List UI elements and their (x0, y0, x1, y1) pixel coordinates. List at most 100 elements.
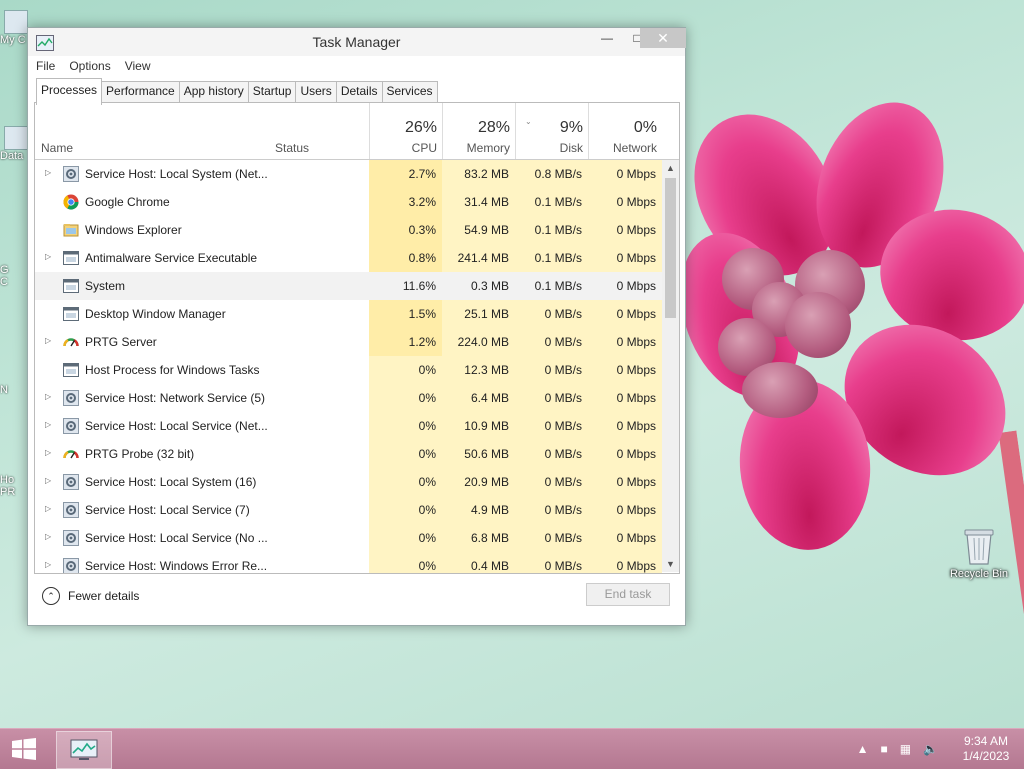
menu-view[interactable]: View (125, 58, 151, 76)
start-button[interactable] (6, 734, 42, 764)
memory-total: 28% (477, 119, 510, 136)
process-row[interactable]: ▷ Service Host: Local Service (7) 0% 4.9 MB… (35, 496, 662, 524)
window-title: Task Manager (312, 34, 401, 50)
menu-options[interactable]: Options (69, 58, 110, 76)
expand-arrow-icon[interactable]: ▷ (45, 560, 51, 569)
clock-time: 9:34 AM (963, 734, 1009, 748)
window-icon (63, 362, 79, 378)
network-icon[interactable]: ▦ (900, 742, 911, 756)
expand-arrow-icon[interactable]: ▷ (45, 168, 51, 177)
cpu-value: 0% (369, 524, 442, 552)
table-header: Name Status 26% CPU 28% Memory 9% Disk ⌄… (35, 103, 679, 160)
close-button[interactable]: ✕ (640, 28, 686, 48)
windows-logo-icon (12, 738, 36, 760)
expand-arrow-icon[interactable]: ▷ (45, 448, 51, 457)
desktop-icon-g[interactable]: G C (0, 246, 28, 288)
title-bar[interactable]: Task Manager — □ ✕ (28, 28, 686, 56)
process-row[interactable]: Google Chrome 3.2% 31.4 MB 0.1 MB/s 0 Mbps (35, 188, 662, 216)
cpu-value: 3.2% (369, 188, 442, 216)
tab-startup[interactable]: Startup (247, 81, 297, 102)
process-row[interactable]: ▷ Service Host: Local System (16) 0% 20.9 M… (35, 468, 662, 496)
minimize-button[interactable]: — (592, 28, 622, 48)
desktop-icon-label: G (0, 264, 9, 276)
disk-value: 0 MB/s (515, 440, 588, 468)
expand-arrow-icon[interactable]: ▷ (45, 336, 51, 345)
disk-value: 0 MB/s (515, 356, 588, 384)
desktop-icon-data[interactable]: Data (0, 126, 28, 162)
cpu-value: 2.7% (369, 160, 442, 188)
process-row[interactable]: Host Process for Windows Tasks 0% 12.3 MB 0… (35, 356, 662, 384)
scroll-down-icon[interactable]: ▼ (662, 556, 679, 572)
process-row[interactable]: ▷ PRTG Probe (32 bit) 0% 50.6 MB 0 MB/s 0 Mbp… (35, 440, 662, 468)
process-row[interactable]: ▷ PRTG Server 1.2% 224.0 MB 0 MB/s 0 Mbps (35, 328, 662, 356)
process-row[interactable]: ▷ Service Host: Local Service (No ... 0% 6.… (35, 524, 662, 552)
column-header-memory[interactable]: 28% Memory (442, 103, 516, 159)
tab-services[interactable]: Services (381, 81, 438, 102)
process-row[interactable]: ▷ Service Host: Local System (Net... 2.7% 8… (35, 160, 662, 188)
gear-icon (63, 474, 79, 490)
tab-processes[interactable]: Processes (36, 78, 103, 105)
process-name: Service Host: Local System (Net... (85, 167, 268, 181)
chrome-icon (63, 194, 79, 210)
desktop-icon-my-computer[interactable]: My C (0, 10, 28, 46)
desktop-icon-n[interactable]: N (0, 356, 28, 396)
end-task-button[interactable]: End task (586, 583, 670, 606)
computer-icon (4, 10, 28, 34)
expand-arrow-icon[interactable]: ▷ (45, 392, 51, 401)
wallpaper-bud (785, 292, 851, 358)
desktop-icon-label: Ho (0, 474, 15, 486)
process-name: Desktop Window Manager (85, 307, 226, 321)
desktop-icon-label: C (0, 276, 8, 288)
tab-details[interactable]: Details (335, 81, 383, 102)
process-row[interactable]: Windows Explorer 0.3% 54.9 MB 0.1 MB/s 0 Mbp… (35, 216, 662, 244)
disk-value: 0.8 MB/s (515, 160, 588, 188)
memory-value: 20.9 MB (442, 468, 515, 496)
expand-arrow-icon[interactable]: ▷ (45, 252, 51, 261)
fewer-details-button[interactable]: ⌃ Fewer details (42, 587, 139, 605)
volume-icon[interactable]: 🔈 (923, 742, 938, 756)
cpu-value: 11.6% (402, 279, 436, 293)
expand-arrow-icon[interactable]: ▷ (45, 476, 51, 485)
process-name: PRTG Server (85, 335, 157, 349)
process-row[interactable]: ▷ Service Host: Windows Error Re... 0% 0.4 … (35, 552, 662, 573)
desktop-icon-ho[interactable]: Ho PR (0, 468, 28, 504)
memory-value: 50.6 MB (442, 440, 515, 468)
taskbar-task-manager[interactable] (56, 731, 112, 769)
desktop-icon-recycle-bin[interactable]: Recycle Bin (944, 526, 1014, 580)
scroll-up-icon[interactable]: ▲ (662, 160, 679, 176)
tab-performance[interactable]: Performance (101, 81, 180, 102)
menu-file[interactable]: File (36, 58, 55, 76)
memory-value: 4.9 MB (442, 496, 515, 524)
clock[interactable]: 9:34 AM 1/4/2023 (948, 734, 1024, 764)
column-header-name[interactable]: Name (41, 141, 73, 155)
network-value: 0 Mbps (588, 244, 662, 272)
network-value: 0 Mbps (588, 328, 662, 356)
process-name: Service Host: Local Service (No ... (85, 531, 268, 545)
tab-users[interactable]: Users (295, 81, 337, 102)
tab-app-history[interactable]: App history (178, 81, 249, 102)
memory-value: 83.2 MB (442, 160, 515, 188)
show-hidden-icons-icon[interactable]: ▲ (857, 742, 869, 756)
window-icon (63, 306, 79, 322)
process-row[interactable]: Desktop Window Manager 1.5% 25.1 MB 0 MB/s 0… (35, 300, 662, 328)
vertical-scrollbar[interactable]: ▲ ▼ (662, 160, 679, 572)
column-header-network[interactable]: 0% Network (588, 103, 663, 159)
process-row[interactable]: ▷ Antimalware Service Executable 0.8% 241.4… (35, 244, 662, 272)
column-header-status[interactable]: Status (275, 141, 309, 155)
tab-bar: Processes Performance App history Startu… (36, 78, 438, 105)
process-row[interactable]: ▷ Service Host: Local Service (Net... 0% 10… (35, 412, 662, 440)
process-row[interactable]: ▷ Service Host: Network Service (5) 0% 6.4 … (35, 384, 662, 412)
column-header-cpu[interactable]: 26% CPU (369, 103, 443, 159)
task-manager-window: Task Manager — □ ✕ File Options View Pro… (27, 27, 686, 626)
action-center-icon[interactable]: ■ (880, 742, 887, 756)
disk-value: 0.1 MB/s (515, 216, 588, 244)
expand-arrow-icon[interactable]: ▷ (45, 420, 51, 429)
gauge-icon (63, 334, 79, 350)
scrollbar-thumb[interactable] (665, 178, 676, 318)
expand-arrow-icon[interactable]: ▷ (45, 532, 51, 541)
disk-value: 0 MB/s (515, 468, 588, 496)
process-row[interactable]: System 11.6% 0.3 MB 0.1 MB/s 0 Mbps (35, 272, 662, 300)
expand-arrow-icon[interactable]: ▷ (45, 504, 51, 513)
column-header-disk[interactable]: 9% Disk (515, 103, 589, 159)
close-icon: ✕ (657, 29, 669, 46)
